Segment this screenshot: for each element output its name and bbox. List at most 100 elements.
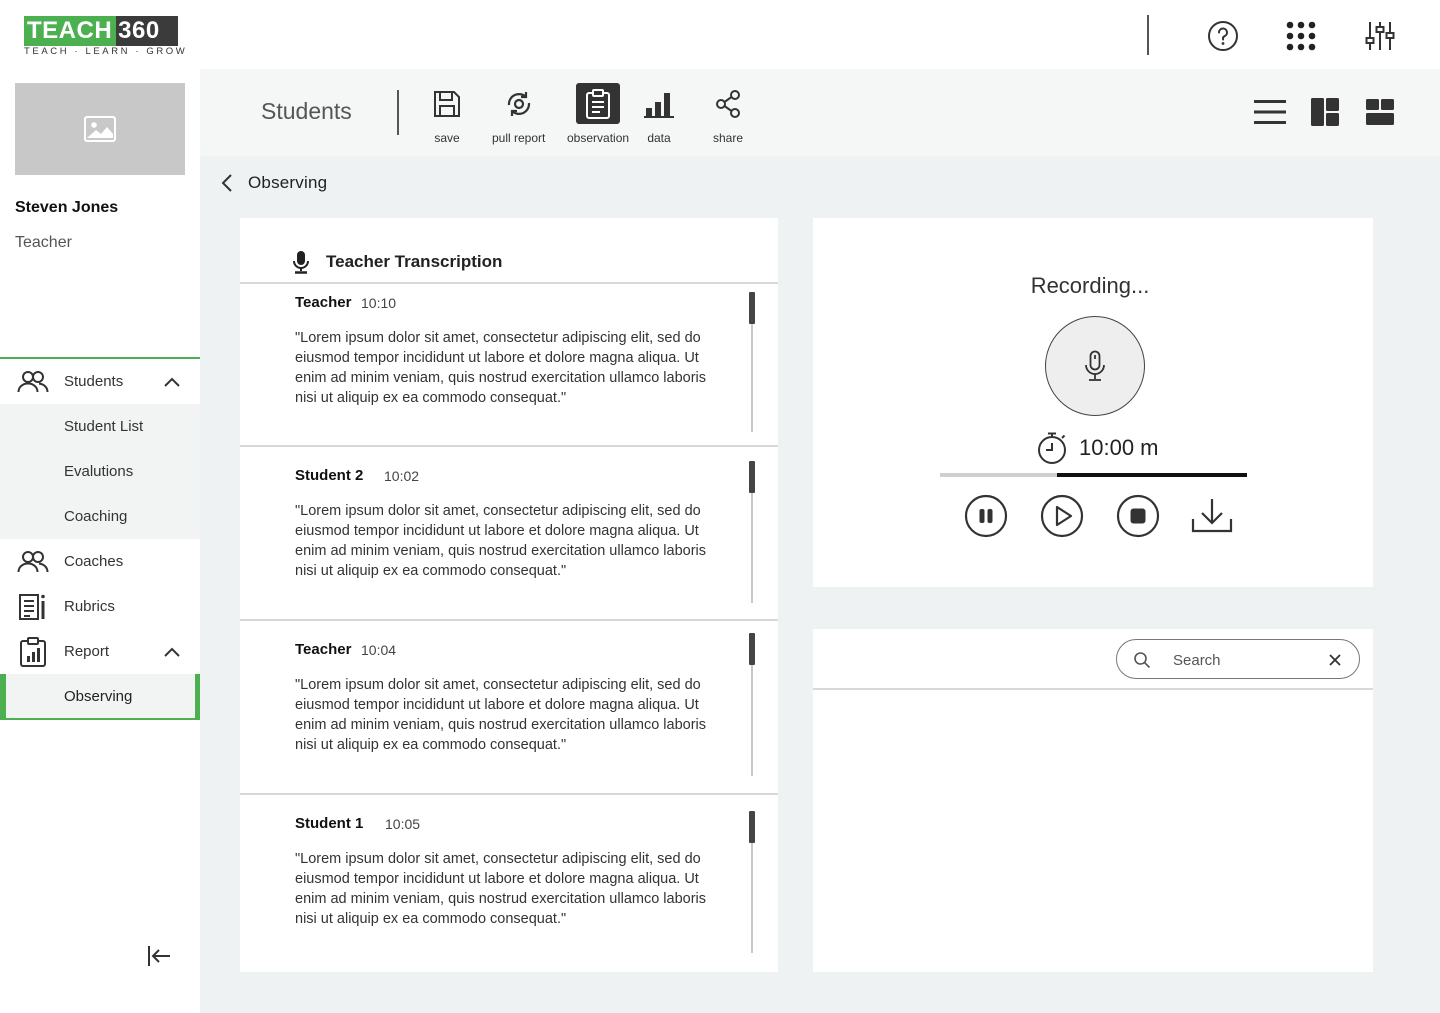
sidebar-subitem-coaching[interactable]: Coaching — [0, 494, 200, 539]
play-icon — [1040, 494, 1084, 538]
sidebar-item-label: Students — [64, 373, 124, 390]
download-button[interactable] — [1190, 494, 1234, 538]
scroll-thumb[interactable] — [749, 811, 755, 843]
playback-progress-fill — [940, 473, 1057, 477]
settings-sliders-icon[interactable] — [1362, 18, 1398, 54]
pull-report-button[interactable]: pull report — [492, 83, 545, 145]
pause-icon — [964, 494, 1008, 538]
sidebar-subitem-evaluations[interactable]: Evalutions — [0, 449, 200, 494]
entry-time: 10:02 — [384, 468, 420, 484]
observation-label: observation — [567, 131, 630, 145]
recorder-panel: Recording... 10:00 m — [813, 218, 1373, 587]
collapse-sidebar-icon[interactable] — [146, 943, 172, 969]
list-view-icon[interactable] — [1253, 95, 1287, 129]
sidebar-item-label: Coaches — [64, 553, 124, 570]
download-icon — [1191, 499, 1233, 533]
main-content: Students save pull report observation da — [200, 69, 1440, 1013]
entry-time: 10:05 — [385, 816, 421, 832]
timer-value: 10:00 m — [1079, 435, 1159, 460]
image-placeholder-icon — [84, 116, 116, 142]
user-role: Teacher — [15, 234, 72, 251]
close-icon[interactable] — [1327, 652, 1343, 668]
scroll-thumb[interactable] — [749, 292, 755, 324]
toolbar-divider — [397, 90, 399, 135]
teach360-logo[interactable]: TEACH 360 TEACH · LEARN · GROW — [24, 16, 188, 58]
breadcrumb-label: Observing — [248, 173, 328, 192]
help-icon[interactable] — [1205, 18, 1241, 54]
entry-time: 10:10 — [361, 295, 397, 311]
sidebar-item-label: Report — [64, 643, 110, 660]
transcript-entry: Student 1 10:05 "Lorem ipsum dolor sit a… — [240, 795, 778, 972]
share-button[interactable]: share — [706, 83, 750, 145]
stop-button[interactable] — [1116, 494, 1160, 538]
sidebar-item-report[interactable]: Report — [0, 629, 200, 674]
sync-icon — [497, 83, 541, 124]
sidebar-item-students[interactable]: Students — [0, 359, 200, 404]
save-label: save — [434, 131, 460, 145]
document-list-icon — [17, 591, 49, 623]
pull-report-label: pull report — [492, 131, 546, 145]
avatar[interactable] — [15, 83, 185, 175]
sidebar-subitem-observing[interactable]: Observing — [0, 674, 200, 718]
search-input[interactable] — [1173, 649, 1313, 671]
user-name: Steven Jones — [15, 199, 119, 216]
topbar-divider — [1147, 15, 1149, 55]
microphone-icon — [1085, 350, 1105, 381]
users-icon — [17, 546, 49, 578]
page-title: Students — [261, 98, 352, 124]
top-bar: TEACH 360 TEACH · LEARN · GROW — [0, 0, 1440, 69]
clipboard-chart-icon — [17, 636, 49, 668]
pause-button[interactable] — [964, 494, 1008, 538]
sidebar-subitem-student-list[interactable]: Student List — [0, 404, 200, 449]
stop-icon — [1116, 494, 1160, 538]
transcription-panel: Teacher Transcription Teacher 10:10 "Lor… — [240, 218, 778, 972]
logo-text-teach: TEACH — [24, 16, 117, 46]
nav-accent-line — [0, 718, 200, 720]
microphone-icon — [293, 251, 309, 274]
data-button[interactable]: data — [637, 83, 681, 145]
speaker-name: Student 2 — [295, 467, 364, 484]
chevron-up-icon[interactable] — [162, 642, 182, 662]
clipboard-icon — [576, 83, 621, 124]
scroll-thumb[interactable] — [749, 633, 755, 665]
timer: 10:00 m — [1035, 430, 1159, 466]
search-results-panel — [813, 629, 1373, 972]
apps-grid-icon[interactable] — [1283, 18, 1319, 54]
breadcrumb[interactable]: Observing — [220, 170, 327, 196]
sidebar-item-coaches[interactable]: Coaches — [0, 539, 200, 584]
logo-tagline: TEACH · LEARN · GROW — [24, 46, 188, 57]
search-icon — [1134, 652, 1151, 669]
play-button[interactable] — [1040, 494, 1084, 538]
share-icon — [706, 83, 750, 124]
save-icon — [425, 83, 469, 124]
transcript-entry: Student 2 10:02 "Lorem ipsum dolor sit a… — [240, 447, 778, 621]
split-layout-icon[interactable] — [1308, 95, 1342, 129]
speaker-name: Teacher — [295, 641, 352, 658]
entry-text: "Lorem ipsum dolor sit amet, consectetur… — [295, 677, 707, 753]
playback-progress-bar[interactable] — [940, 473, 1247, 477]
logo-text-360: 360 — [116, 16, 178, 46]
observation-button[interactable]: observation — [567, 83, 629, 145]
transcript-entry: Teacher 10:04 "Lorem ipsum dolor sit ame… — [240, 621, 778, 795]
search-header — [813, 629, 1373, 690]
record-button[interactable] — [1045, 316, 1145, 416]
entry-text: "Lorem ipsum dolor sit amet, consectetur… — [295, 503, 707, 579]
grid-layout-icon[interactable] — [1363, 95, 1397, 129]
speaker-name: Teacher — [295, 294, 352, 311]
sidebar-item-rubrics[interactable]: Rubrics — [0, 584, 200, 629]
chevron-up-icon[interactable] — [162, 372, 182, 392]
entry-text: "Lorem ipsum dolor sit amet, consectetur… — [295, 851, 707, 927]
recording-status: Recording... — [1030, 273, 1150, 298]
scroll-thumb[interactable] — [749, 461, 755, 493]
save-button[interactable]: save — [425, 83, 469, 145]
users-icon — [17, 366, 49, 398]
search-box[interactable] — [1116, 639, 1360, 679]
bar-chart-icon — [637, 83, 681, 124]
speaker-name: Student 1 — [295, 815, 364, 832]
entry-time: 10:04 — [361, 642, 397, 658]
stopwatch-icon — [1038, 432, 1066, 464]
transcription-title: Teacher Transcription — [326, 252, 503, 271]
data-label: data — [647, 131, 671, 145]
share-label: share — [712, 131, 744, 145]
sidebar: Steven Jones Teacher Students Student Li… — [0, 69, 200, 1013]
